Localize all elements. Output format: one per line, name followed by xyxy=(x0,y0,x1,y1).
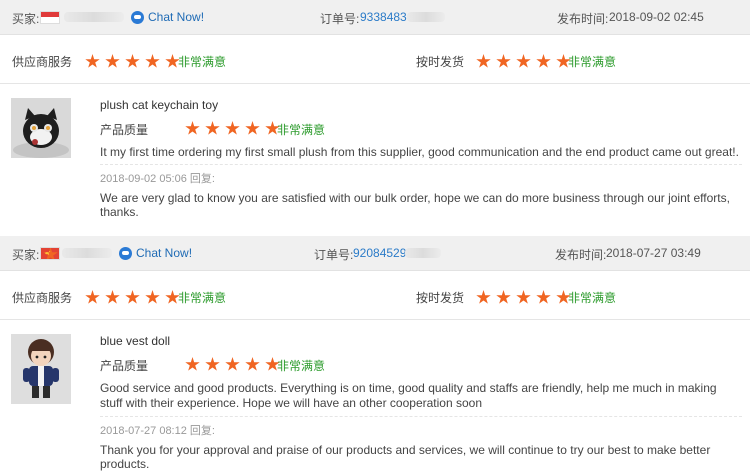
supplier-service-verdict: 非常满意 xyxy=(178,291,227,305)
blue-vest-doll-image xyxy=(11,334,71,404)
quality-row: 产品质量 非常满意 xyxy=(100,354,742,374)
review-card: 买家: ★ Chat Now! 订单号: 92084529 发布时间: 2018… xyxy=(0,236,750,473)
order-number-redacted xyxy=(405,248,441,258)
product-title[interactable]: blue vest doll xyxy=(100,334,742,348)
supplier-service-label: 供应商服务 xyxy=(12,55,73,69)
divider xyxy=(100,416,742,417)
chat-now-label: Chat Now! xyxy=(136,246,193,260)
review-header: 买家: Chat Now! 订单号: 9338483 发布时间: 2018-09… xyxy=(0,0,750,35)
product-title[interactable]: plush cat keychain toy xyxy=(100,98,742,112)
star-icon xyxy=(185,121,200,135)
star-icon xyxy=(125,290,140,304)
star-icon xyxy=(205,121,220,135)
chat-icon xyxy=(131,10,144,24)
star-icon xyxy=(536,290,551,304)
star-icon xyxy=(245,357,260,371)
star-icon xyxy=(145,54,160,68)
buyer-name-redacted xyxy=(62,248,112,258)
star-icon xyxy=(476,290,491,304)
star-icon xyxy=(496,290,511,304)
star-icon xyxy=(105,54,120,68)
rating-row: 供应商服务 非常满意 按时发货 非常满意 xyxy=(0,271,750,320)
plush-cat-image xyxy=(11,98,71,158)
star-icon xyxy=(225,357,240,371)
buyer-name-redacted xyxy=(64,12,124,22)
quality-label: 产品质量 xyxy=(100,359,149,373)
supplier-reply: Thank you for your approval and praise o… xyxy=(100,443,711,471)
review-comment: Good service and good products. Everythi… xyxy=(100,381,717,410)
date-label: 发布时间: xyxy=(555,248,607,262)
reply-meta: 2018-09-02 05:06 回复: xyxy=(100,173,215,185)
quality-verdict: 非常满意 xyxy=(277,359,326,373)
order-number[interactable]: 9338483 xyxy=(360,10,407,24)
star-icon xyxy=(245,121,260,135)
review-date: 2018-09-02 02:45 xyxy=(609,10,704,24)
rating-row: 供应商服务 非常满意 按时发货 非常满意 xyxy=(0,35,750,84)
star-icon xyxy=(185,357,200,371)
star-icon xyxy=(145,290,160,304)
star-icon xyxy=(105,290,120,304)
order-label: 订单号: xyxy=(320,12,360,26)
quality-label: 产品质量 xyxy=(100,123,149,137)
supplier-reply: We are very glad to know you are satisfi… xyxy=(100,191,730,219)
quality-stars xyxy=(185,357,285,372)
shipping-label: 按时发货 xyxy=(416,55,465,69)
star-icon xyxy=(205,357,220,371)
quality-stars xyxy=(185,121,285,136)
star-icon xyxy=(85,290,100,304)
order-number[interactable]: 92084529 xyxy=(353,246,406,260)
supplier-service-verdict: 非常满意 xyxy=(178,55,227,69)
shipping-verdict: 非常满意 xyxy=(568,291,617,305)
review-card: 买家: Chat Now! 订单号: 9338483 发布时间: 2018-09… xyxy=(0,0,750,236)
star-icon xyxy=(496,54,511,68)
supplier-service-label: 供应商服务 xyxy=(12,291,73,305)
star-icon xyxy=(476,54,491,68)
quality-row: 产品质量 非常满意 xyxy=(100,118,742,138)
order-number-redacted xyxy=(407,12,445,22)
order-label: 订单号: xyxy=(314,248,354,262)
chat-icon xyxy=(119,246,132,260)
star-icon xyxy=(536,54,551,68)
review-header: 买家: ★ Chat Now! 订单号: 92084529 发布时间: 2018… xyxy=(0,236,750,271)
date-label: 发布时间: xyxy=(557,12,609,26)
review-date: 2018-07-27 03:49 xyxy=(606,246,701,260)
shipping-stars xyxy=(476,54,576,69)
shipping-stars xyxy=(476,290,576,305)
shipping-verdict: 非常满意 xyxy=(568,55,617,69)
star-icon xyxy=(225,121,240,135)
reply-meta: 2018-07-27 08:12 回复: xyxy=(100,425,215,437)
china-flag-icon: ★ xyxy=(40,247,60,260)
star-icon xyxy=(125,54,140,68)
product-thumbnail[interactable] xyxy=(11,98,71,158)
supplier-service-stars xyxy=(85,290,185,305)
supplier-service-stars xyxy=(85,54,185,69)
star-icon xyxy=(516,54,531,68)
star-icon xyxy=(85,54,100,68)
quality-verdict: 非常满意 xyxy=(277,123,326,137)
buyer-label: 买家: xyxy=(12,248,40,262)
product-thumbnail[interactable] xyxy=(11,334,71,404)
buyer-label: 买家: xyxy=(12,12,40,26)
shipping-label: 按时发货 xyxy=(416,291,465,305)
chat-now-link[interactable]: Chat Now! xyxy=(131,10,204,24)
chat-now-label: Chat Now! xyxy=(148,10,205,24)
chat-now-link[interactable]: Chat Now! xyxy=(119,246,192,260)
star-icon xyxy=(516,290,531,304)
review-comment: It my first time ordering my first small… xyxy=(100,145,739,159)
singapore-flag-icon xyxy=(40,11,60,24)
divider xyxy=(100,164,742,165)
